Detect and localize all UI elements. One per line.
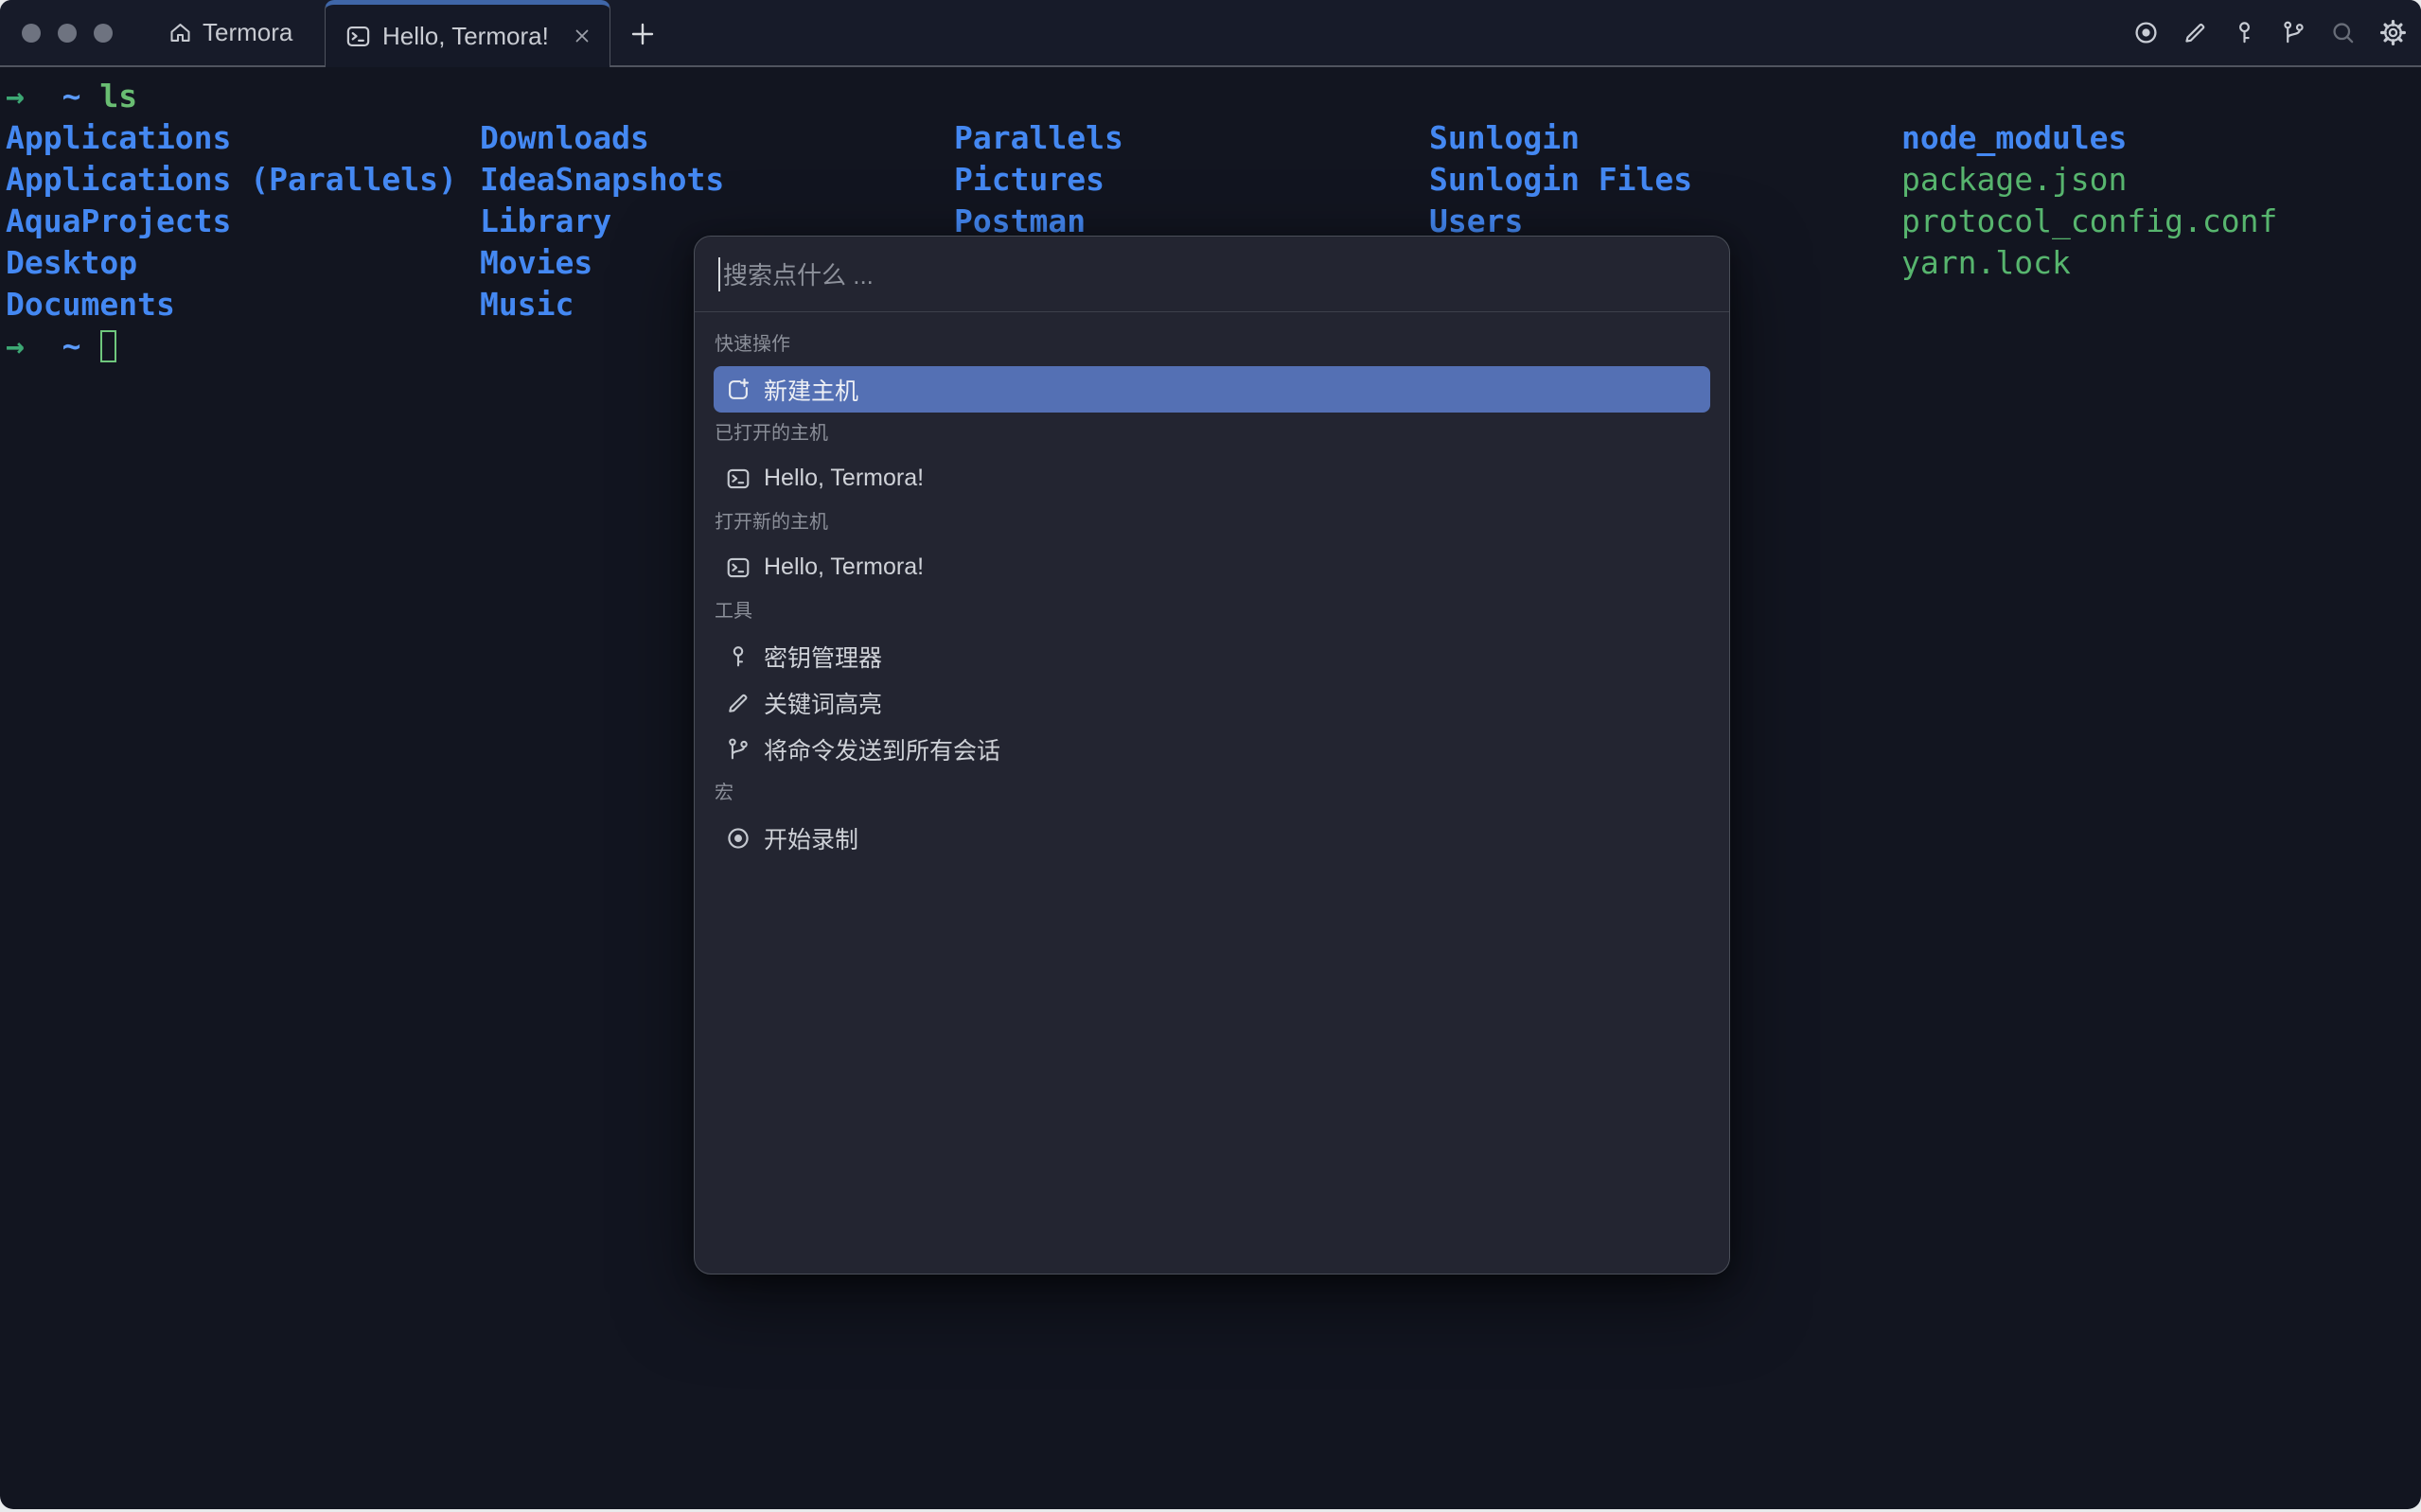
- ls-column: Applications Applications (Parallels) Aqua…: [6, 119, 457, 323]
- palette-item-label: 密钥管理器: [764, 644, 883, 672]
- search-placeholder: 搜索点什么 ...: [723, 261, 874, 290]
- text-caret: [718, 256, 720, 291]
- palette-item-label: 新建主机: [764, 378, 859, 405]
- section-label-macro: 宏: [715, 782, 733, 803]
- ls-column: Parallels Pictures Postman: [954, 119, 1123, 239]
- section-label-tools: 工具: [715, 601, 752, 622]
- key-icon: [725, 643, 751, 670]
- terminal-cursor: [100, 330, 117, 362]
- window-control-minimize[interactable]: [58, 24, 77, 43]
- ls-column: Downloads IdeaSnapshots Library Movies Music: [480, 119, 725, 323]
- palette-item-start-recording[interactable]: 开始录制: [714, 815, 1710, 861]
- record-icon: [725, 825, 751, 852]
- palette-item-label: 将命令发送到所有会话: [764, 737, 1001, 765]
- palette-list: 快速操作 新建主机 已打开的主机 Hello, Termora! 打开新的主机 …: [695, 312, 1729, 861]
- section-label-open-new-host: 打开新的主机: [715, 512, 828, 533]
- palette-item-keyword-highlight[interactable]: 关键词高亮: [714, 679, 1710, 726]
- terminal-icon: [345, 23, 372, 50]
- tab-bar: Termora Hello, Termora!: [0, 0, 2421, 67]
- prompt-line: → ~: [6, 325, 117, 367]
- pencil-icon[interactable]: [2182, 19, 2209, 46]
- home-icon: [168, 20, 193, 45]
- palette-item-label: Hello, Termora!: [764, 554, 925, 580]
- pencil-icon: [725, 690, 751, 716]
- palette-item-label: 开始录制: [764, 826, 859, 853]
- palette-item-opened-host[interactable]: Hello, Termora!: [714, 455, 1710, 501]
- toolbar: [2132, 0, 2408, 65]
- palette-item-new-host[interactable]: 新建主机: [714, 366, 1710, 413]
- section-label-quick-actions: 快速操作: [715, 334, 790, 355]
- terminal-icon: [725, 554, 751, 581]
- palette-item-key-manager[interactable]: 密钥管理器: [714, 633, 1710, 679]
- palette-item-send-command-all-sessions[interactable]: 将命令发送到所有会话: [714, 726, 1710, 772]
- new-tab-button[interactable]: [625, 16, 661, 52]
- window-control-zoom[interactable]: [94, 24, 113, 43]
- search-icon[interactable]: [2329, 19, 2357, 46]
- record-icon[interactable]: [2132, 19, 2160, 46]
- palette-item-open-new-host[interactable]: Hello, Termora!: [714, 544, 1710, 590]
- window-controls: [22, 24, 113, 43]
- tab-hello-termora[interactable]: Hello, Termora!: [325, 0, 610, 67]
- add-host-icon: [725, 377, 751, 403]
- branch-icon[interactable]: [2280, 19, 2307, 46]
- section-label-opened-hosts: 已打开的主机: [715, 423, 828, 444]
- command-palette: 搜索点什么 ... 快速操作 新建主机 已打开的主机 Hello, Termor…: [694, 236, 1730, 1275]
- close-tab-icon[interactable]: [571, 25, 593, 47]
- prompt-path: ~: [62, 78, 81, 114]
- palette-item-label: Hello, Termora!: [764, 465, 925, 491]
- command-text: ls: [99, 78, 138, 114]
- prompt-line: → ~ ls: [6, 76, 137, 117]
- home-tab[interactable]: Termora: [168, 0, 292, 65]
- window-control-close[interactable]: [22, 24, 41, 43]
- app-window: Termora Hello, Termora! → ~ ls Applicati…: [0, 0, 2421, 1509]
- terminal-icon: [725, 466, 751, 492]
- home-tab-label: Termora: [203, 18, 293, 46]
- ls-column: Sunlogin Sunlogin Files Users: [1429, 119, 1693, 239]
- branch-icon: [725, 736, 751, 763]
- tab-label: Hello, Termora!: [382, 21, 549, 50]
- search-input[interactable]: 搜索点什么 ...: [695, 237, 1729, 312]
- gear-icon[interactable]: [2378, 18, 2408, 47]
- ls-column: node_modules package.json protocol_config.…: [1901, 119, 2278, 281]
- prompt-arrow: →: [6, 78, 25, 114]
- palette-item-label: 关键词高亮: [764, 691, 883, 718]
- key-icon[interactable]: [2231, 19, 2258, 46]
